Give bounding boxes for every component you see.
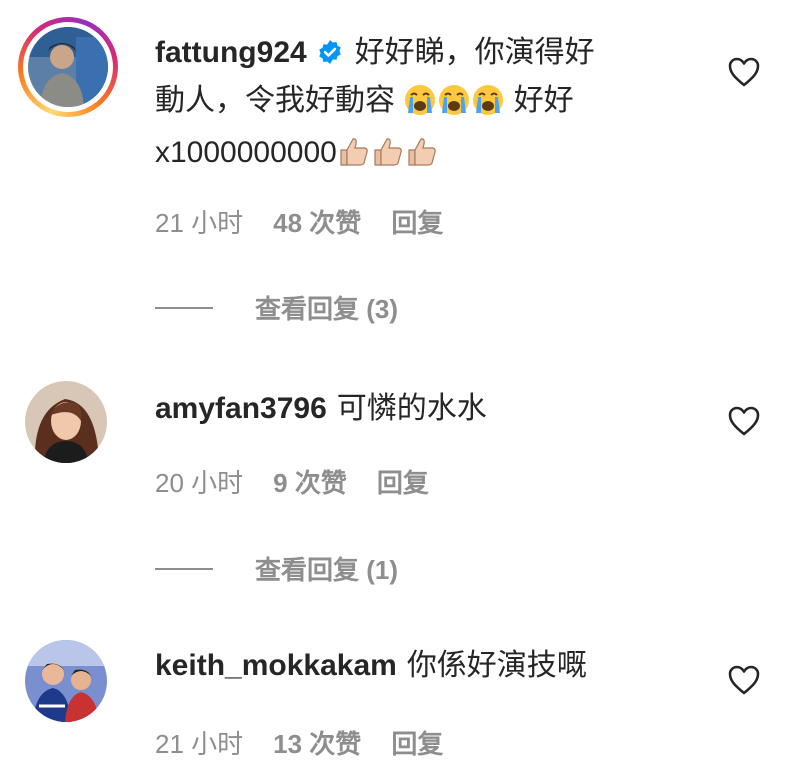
comment-text: 動人，令我好動容 [155, 84, 395, 117]
loudly-crying-face-icon [403, 83, 437, 130]
username[interactable]: fattung924 [155, 36, 307, 69]
view-replies-button[interactable]: 查看回复 (3) [155, 289, 398, 326]
avatar[interactable] [25, 640, 107, 722]
heart-outline-icon[interactable] [727, 405, 761, 437]
divider-line [155, 306, 213, 309]
timestamp[interactable]: 20 小时 [155, 463, 243, 500]
heart-outline-icon[interactable] [727, 664, 761, 696]
divider-line [155, 567, 213, 570]
avatar[interactable] [28, 27, 108, 107]
verified-badge-icon [317, 33, 343, 78]
comment-body: amyfan3796 可憐的水水 [155, 386, 487, 431]
likes-count[interactable]: 48 次赞 [273, 203, 361, 240]
timestamp[interactable]: 21 小时 [155, 724, 243, 761]
comment-text: 好好睇，你演得好 [354, 36, 595, 69]
view-replies-label: 查看回复 (3) [255, 294, 399, 324]
likes-count[interactable]: 9 次赞 [273, 463, 347, 500]
thumbs-up-icon [337, 135, 371, 182]
story-ring[interactable] [18, 17, 118, 117]
loudly-crying-face-icon [437, 83, 471, 130]
username[interactable]: keith_mokkakam [155, 649, 397, 682]
loudly-crying-face-icon [471, 83, 505, 130]
comment-text: 可憐的水水 [336, 392, 487, 425]
username[interactable]: amyfan3796 [155, 392, 327, 425]
comment-meta: 21 小时 13 次赞 回复 [155, 724, 443, 761]
avatar[interactable] [25, 381, 107, 463]
comment-meta: 20 小时 9 次赞 回复 [155, 463, 429, 500]
comment-meta: 21 小时 48 次赞 回复 [155, 203, 443, 240]
comment-text: 你係好演技嘅 [406, 649, 587, 682]
comment-body: fattung924 好好睇，你演得好 動人，令我好動容 好好 x10000000… [155, 30, 595, 182]
comment-text: 好好 [513, 84, 574, 117]
reply-button[interactable]: 回复 [391, 203, 443, 240]
thumbs-up-icon [371, 135, 405, 182]
comment-body: keith_mokkakam 你係好演技嘅 [155, 643, 587, 688]
reply-button[interactable]: 回复 [377, 463, 429, 500]
reply-button[interactable]: 回复 [391, 724, 443, 761]
likes-count[interactable]: 13 次赞 [273, 724, 361, 761]
comment-text: x1000000000 [155, 136, 337, 169]
timestamp[interactable]: 21 小时 [155, 203, 243, 240]
view-replies-label: 查看回复 (1) [255, 555, 399, 585]
heart-outline-icon[interactable] [727, 56, 761, 88]
thumbs-up-icon [405, 135, 439, 182]
view-replies-button[interactable]: 查看回复 (1) [155, 550, 398, 587]
